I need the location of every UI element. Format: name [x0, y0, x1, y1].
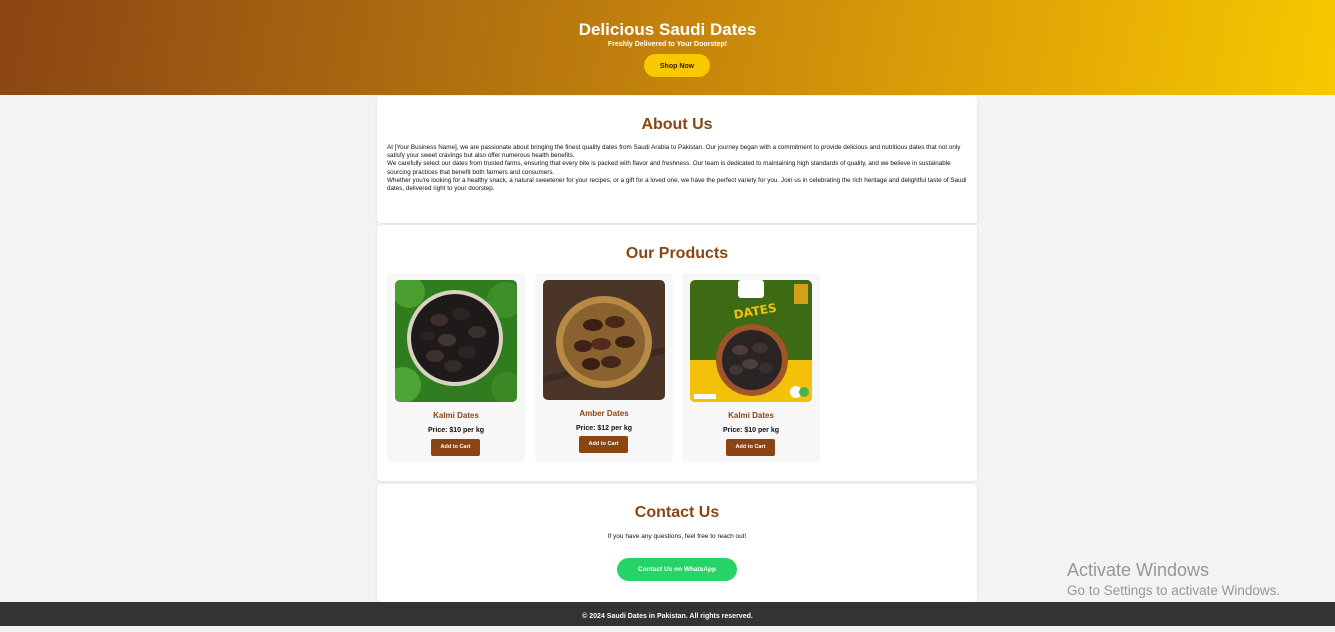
whatsapp-contact-button[interactable]: Contact Us on WhatsApp [617, 558, 737, 581]
hero-title: Delicious Saudi Dates [578, 20, 757, 39]
product-name: Kalmi Dates [433, 411, 479, 420]
hero-banner: Delicious Saudi Dates Freshly Delivered … [0, 0, 1335, 95]
product-price: Price: $10 per kg [722, 427, 780, 434]
add-to-cart-button[interactable]: Add to Cart [431, 439, 480, 456]
watermark-subtitle: Go to Settings to activate Windows. [1067, 583, 1281, 598]
product-card: Kalmi Dates Price: $10 per kg Add to Car… [387, 273, 525, 462]
product-image [543, 280, 665, 400]
shop-now-button[interactable]: Shop Now [644, 54, 710, 77]
product-card: DATES Kalmi Dates Price: $10 per kg Add … [682, 273, 820, 462]
products-heading: Our Products [625, 245, 729, 262]
add-to-cart-button[interactable]: Add to Cart [726, 439, 775, 456]
products-section: Our Products Kalmi Dates Price: $10 per … [377, 225, 977, 481]
footer: © 2024 Saudi Dates in Pakistan. All righ… [0, 602, 1335, 626]
about-text: At [Your Business Name], we are passiona… [387, 144, 967, 193]
product-name: Kalmi Dates [728, 411, 774, 420]
product-image [395, 280, 517, 402]
contact-message: If you have any questions, feel free to … [607, 533, 747, 540]
product-name: Amber Dates [579, 409, 629, 418]
watermark-title: Activate Windows [1067, 560, 1210, 580]
about-paragraph: Whether you're looking for a healthy sna… [387, 176, 967, 192]
about-paragraph: At [Your Business Name], we are passiona… [387, 144, 961, 160]
product-image: DATES [690, 280, 812, 402]
about-heading: About Us [641, 116, 713, 133]
product-price: Price: $10 per kg [427, 427, 485, 434]
product-price: Price: $12 per kg [575, 425, 633, 432]
hero-subtitle: Freshly Delivered to Your Doorstep! [607, 41, 728, 48]
product-card: Amber Dates Price: $12 per kg Add to Car… [535, 273, 673, 462]
about-paragraph: We carefully select our dates from trust… [387, 160, 951, 176]
contact-section: Contact Us If you have any questions, fe… [377, 484, 977, 602]
about-section: About Us At [Your Business Name], we are… [377, 96, 977, 223]
add-to-cart-button[interactable]: Add to Cart [579, 436, 628, 453]
activate-windows-watermark: Activate Windows Go to Settings to activ… [1067, 560, 1280, 598]
contact-heading: Contact Us [634, 504, 720, 521]
